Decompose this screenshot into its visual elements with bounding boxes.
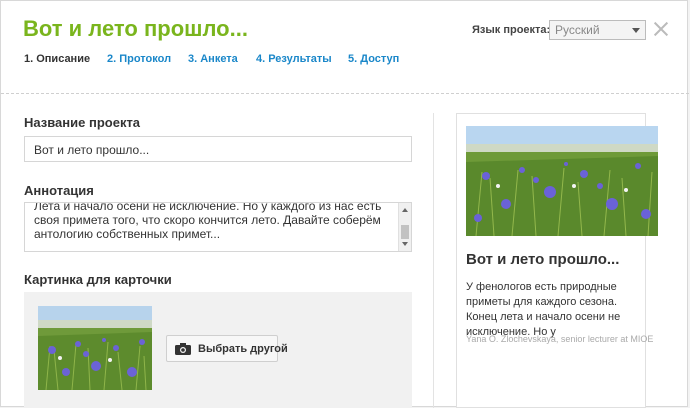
tab-description[interactable]: 1. Описание xyxy=(24,53,90,65)
project-card-preview: Вот и лето прошло... У фенологов есть пр… xyxy=(456,113,658,408)
choose-other-label: Выбрать другой xyxy=(198,343,288,355)
card-preview-text: У фенологов есть природные приметы для к… xyxy=(466,281,621,338)
project-name-label: Название проекта xyxy=(24,115,141,130)
annotation-textarea[interactable]: Лета и начало осени не исключение. Но у … xyxy=(24,202,412,252)
choose-other-picture-button[interactable]: Выбрать другой xyxy=(166,335,288,362)
card-preview-image xyxy=(466,126,658,236)
card-preview-title: Вот и лето прошло... xyxy=(466,251,620,268)
annotation-scrollbar[interactable] xyxy=(398,203,411,251)
card-picture-thumbnail xyxy=(38,306,152,390)
tab-results[interactable]: 4. Результаты xyxy=(256,53,332,65)
annotation-text: Лета и начало осени не исключение. Но у … xyxy=(34,202,382,241)
tab-protocol[interactable]: 2. Протокол xyxy=(107,53,171,65)
card-picture-label: Картинка для карточки xyxy=(24,272,172,287)
card-picture-area: Выбрать другой xyxy=(24,292,412,408)
scroll-down-icon[interactable] xyxy=(402,242,408,246)
card-preview-panel: Вот и лето прошло... У фенологов есть пр… xyxy=(433,113,689,408)
page-title: Вот и лето прошло... xyxy=(23,16,248,41)
project-name-input[interactable]: Вот и лето прошло... xyxy=(24,136,412,162)
scroll-up-icon[interactable] xyxy=(402,208,408,212)
header-divider xyxy=(1,93,689,94)
close-icon[interactable] xyxy=(653,21,669,37)
tab-questionnaire[interactable]: 3. Анкета xyxy=(188,53,238,65)
language-label: Язык проекта: xyxy=(472,24,551,36)
annotation-label: Аннотация xyxy=(24,183,94,198)
camera-icon xyxy=(175,343,191,355)
language-select[interactable]: Русский xyxy=(549,20,646,40)
chevron-down-icon xyxy=(632,28,640,33)
project-dialog: Вот и лето прошло... Язык проекта: Русск… xyxy=(0,0,689,408)
scroll-thumb[interactable] xyxy=(401,225,409,239)
card-preview-author: Yana O. Zlochevskaya, senior lecturer at… xyxy=(466,334,654,344)
language-select-value: Русский xyxy=(555,23,600,37)
tab-access[interactable]: 5. Доступ xyxy=(348,53,399,65)
